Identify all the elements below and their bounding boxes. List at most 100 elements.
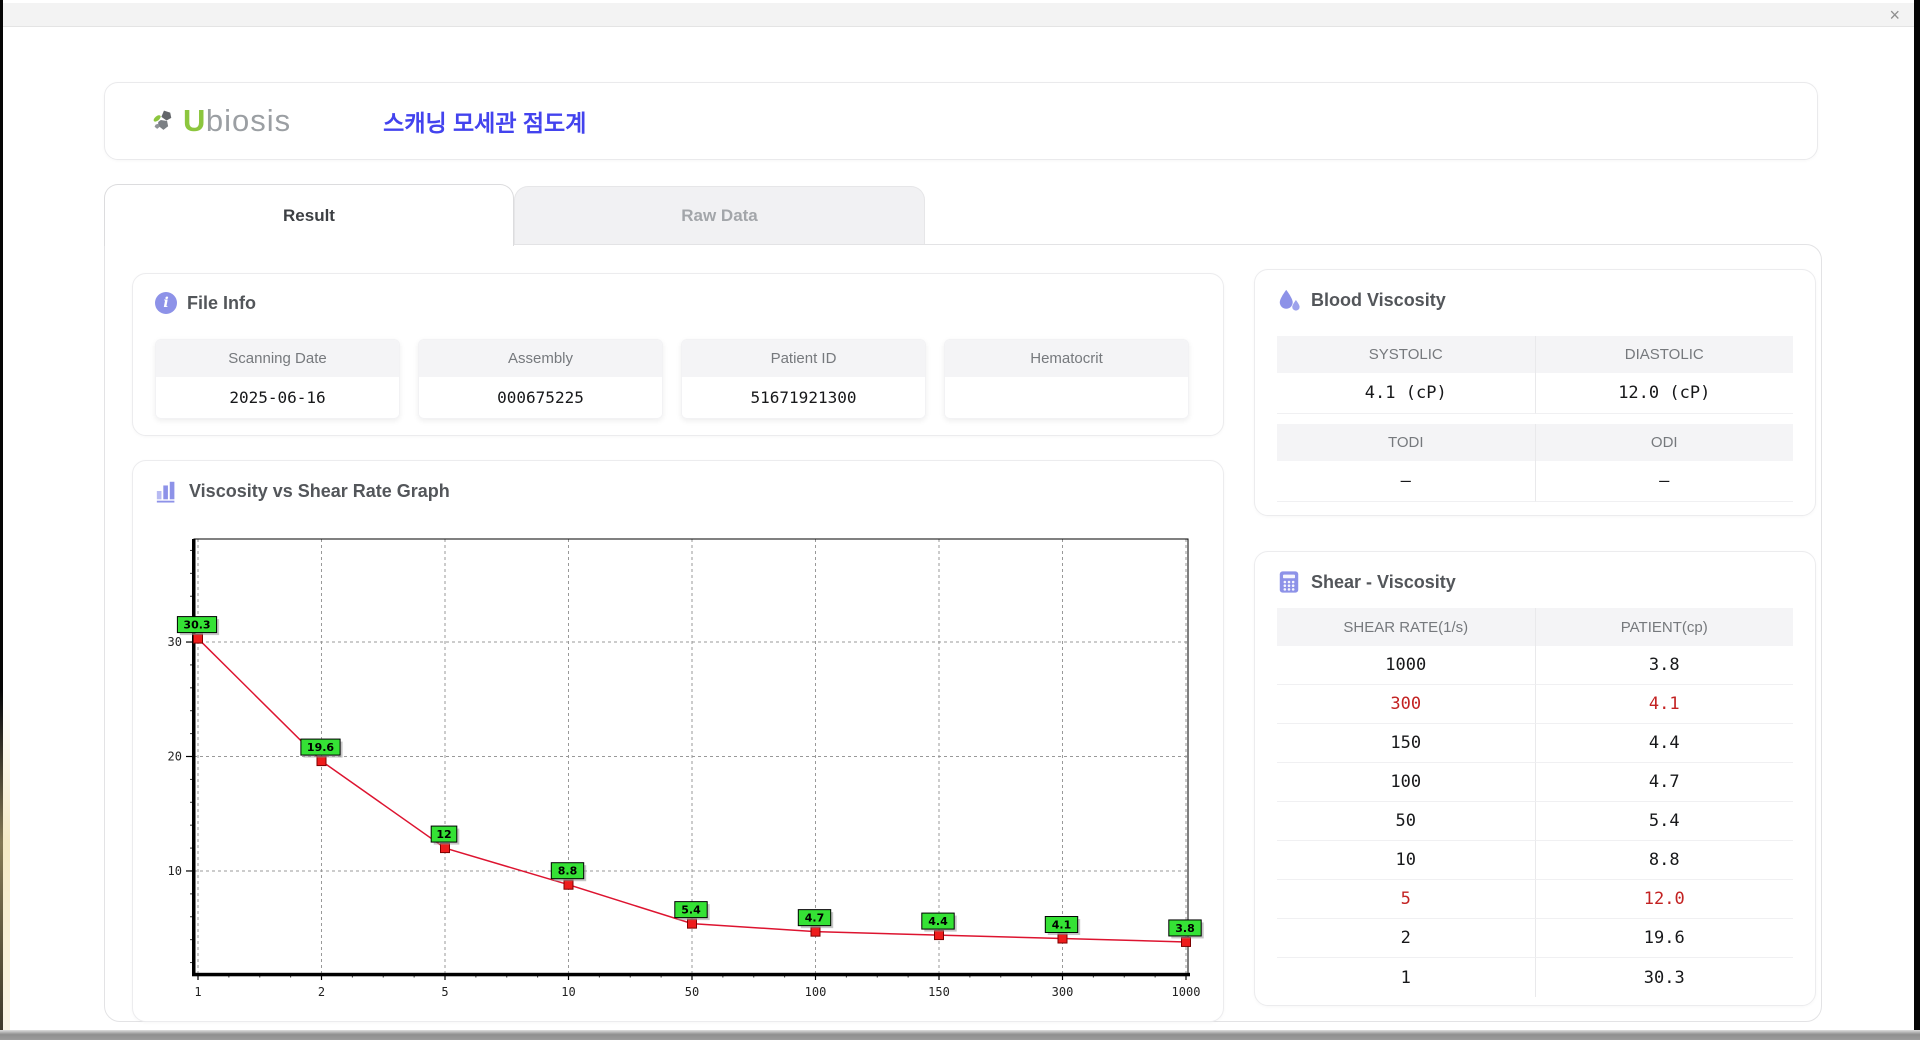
patient-viscosity-value: 30.3 bbox=[1534, 958, 1794, 997]
shear-table-row: 1 30.3 bbox=[1277, 958, 1793, 997]
tab-result-label: Result bbox=[283, 205, 335, 225]
ubiosis-logo: Ubiosis bbox=[153, 103, 291, 139]
shear-rate-value: 5 bbox=[1277, 880, 1535, 919]
screen-right-edge bbox=[1914, 0, 1920, 1030]
shear-rate-value: 100 bbox=[1277, 763, 1535, 802]
shear-table-body: 1000 3.8 300 4.1 150 4.4 100 4.7 50 5.4 10 8.8 5 12.0… bbox=[1277, 646, 1793, 997]
bar-chart-icon bbox=[156, 481, 175, 503]
file-info-card: i File Info Scanning Date 2025-06-16 Ass… bbox=[132, 273, 1224, 436]
graph-header: Viscosity vs Shear Rate Graph bbox=[155, 479, 450, 503]
shear-table-row: 50 5.4 bbox=[1277, 802, 1793, 841]
field-patient-id: Patient ID 51671921300 bbox=[681, 339, 926, 419]
patient-viscosity-value: 4.4 bbox=[1534, 724, 1793, 763]
field-scanning-date: Scanning Date 2025-06-16 bbox=[155, 339, 400, 419]
blood-viscosity-header: Blood Viscosity bbox=[1277, 288, 1446, 312]
patient-column-header: PATIENT(cp) bbox=[1534, 608, 1793, 646]
brand-name: Ubiosis bbox=[183, 103, 291, 139]
diastolic-header: DIASTOLIC bbox=[1534, 336, 1793, 373]
field-value bbox=[945, 377, 1188, 418]
blood-drops-icon bbox=[1279, 289, 1300, 311]
shear-rate-value: 1 bbox=[1400, 967, 1411, 988]
shear-rate-value: 10 bbox=[1277, 841, 1535, 880]
field-label: Scanning Date bbox=[156, 340, 399, 377]
svg-text:5.4: 5.4 bbox=[681, 904, 701, 917]
app-window: Ubiosis 스캐닝 모세관 점도계 Result Raw Data i Fi… bbox=[3, 28, 1914, 1030]
graph-title: Viscosity vs Shear Rate Graph bbox=[189, 480, 450, 501]
file-info-title: File Info bbox=[187, 292, 256, 313]
shear-table-row: 1000 3.8 bbox=[1277, 646, 1793, 685]
shear-viscosity-table: SHEAR RATE(1/s) PATIENT(cp) 1000 3.8 300 4.… bbox=[1277, 608, 1793, 997]
ubiosis-logo-icon bbox=[153, 110, 172, 130]
svg-text:1000: 1000 bbox=[1172, 985, 1201, 999]
svg-text:12: 12 bbox=[436, 828, 451, 841]
svg-text:150: 150 bbox=[928, 985, 950, 999]
blood-viscosity-title: Blood Viscosity bbox=[1311, 289, 1446, 310]
app-title: 스캐닝 모세관 점도계 bbox=[383, 110, 587, 136]
info-icon: i bbox=[155, 292, 177, 314]
blood-viscosity-card: Blood Viscosity SYSTOLIC DIASTOLIC 4.1 (… bbox=[1254, 269, 1816, 516]
todi-header: TODI bbox=[1277, 424, 1535, 461]
svg-text:50: 50 bbox=[685, 985, 699, 999]
shear-rate-value: 150 bbox=[1277, 724, 1535, 763]
result-panel: i File Info Scanning Date 2025-06-16 Ass… bbox=[104, 244, 1822, 1022]
svg-text:8.8: 8.8 bbox=[558, 865, 578, 878]
odi-value: – bbox=[1534, 461, 1793, 502]
calculator-icon bbox=[1279, 571, 1299, 593]
field-value: 000675225 bbox=[419, 377, 662, 418]
odi-header: ODI bbox=[1534, 424, 1793, 461]
shear-rate-value: 1000 bbox=[1277, 646, 1535, 685]
header-card: Ubiosis 스캐닝 모세관 점도계 bbox=[104, 82, 1818, 160]
svg-text:4.7: 4.7 bbox=[805, 912, 825, 925]
blood-viscosity-table: SYSTOLIC DIASTOLIC 4.1 (cP) 12.0 (cP) TO… bbox=[1277, 336, 1793, 502]
patient-viscosity-value: 8.8 bbox=[1534, 841, 1793, 880]
table-header-row: SYSTOLIC DIASTOLIC bbox=[1277, 336, 1793, 373]
table-value-row: 4.1 (cP) 12.0 (cP) bbox=[1277, 373, 1793, 414]
tab-raw-data-label: Raw Data bbox=[681, 205, 758, 225]
patient-viscosity-value: 19.6 bbox=[1534, 919, 1793, 958]
svg-text:30.3: 30.3 bbox=[183, 619, 210, 632]
patient-viscosity-value: 4.7 bbox=[1534, 763, 1793, 802]
todi-value: – bbox=[1277, 461, 1535, 502]
window-bottom-edge bbox=[0, 1030, 1920, 1040]
shear-table-row: 150 4.4 bbox=[1277, 724, 1793, 763]
shear-table-row: 10 8.8 bbox=[1277, 841, 1793, 880]
field-label: Patient ID bbox=[682, 340, 925, 377]
patient-viscosity-value: 4.1 bbox=[1534, 685, 1793, 724]
patient-viscosity-value: 5.4 bbox=[1534, 802, 1793, 841]
tab-result[interactable]: Result bbox=[104, 184, 514, 246]
shear-viscosity-title: Shear - Viscosity bbox=[1311, 571, 1456, 592]
close-icon[interactable]: × bbox=[1889, 4, 1900, 26]
shear-table-row: 100 4.7 bbox=[1277, 763, 1793, 802]
field-label: Hematocrit bbox=[945, 340, 1188, 377]
viscosity-graph-card: Viscosity vs Shear Rate Graph 10 20 30 1 2 5 1… bbox=[132, 460, 1224, 1022]
svg-text:19.6: 19.6 bbox=[307, 741, 334, 754]
brand-rest: biosis bbox=[205, 103, 292, 138]
svg-text:10: 10 bbox=[561, 985, 575, 999]
tab-raw-data[interactable]: Raw Data bbox=[514, 186, 925, 244]
svg-text:20: 20 bbox=[168, 750, 182, 764]
svg-text:2: 2 bbox=[318, 985, 325, 999]
shear-viscosity-card: Shear - Viscosity SHEAR RATE(1/s) PATIEN… bbox=[1254, 551, 1816, 1006]
field-assembly: Assembly 000675225 bbox=[418, 339, 663, 419]
shear-rate-column-header: SHEAR RATE(1/s) bbox=[1277, 608, 1535, 646]
shear-rate-value: 300 bbox=[1277, 685, 1535, 724]
brand-u: U bbox=[183, 103, 206, 138]
viscosity-shear-chart: 1020301 2 5 10 50 100 150 300 100030.319.6128.85… bbox=[168, 538, 1204, 999]
svg-text:10: 10 bbox=[168, 864, 182, 878]
field-hematocrit: Hematocrit bbox=[944, 339, 1189, 419]
patient-viscosity-value: 12.0 bbox=[1534, 880, 1793, 919]
file-info-header: i File Info bbox=[155, 292, 256, 314]
table-header-row: TODI ODI bbox=[1277, 424, 1793, 461]
svg-text:4.4: 4.4 bbox=[928, 915, 948, 928]
file-info-fields: Scanning Date 2025-06-16 Assembly 000675… bbox=[155, 339, 1189, 419]
table-value-row: – – bbox=[1277, 461, 1793, 502]
svg-text:5: 5 bbox=[441, 985, 448, 999]
svg-text:100: 100 bbox=[805, 985, 827, 999]
table-gap bbox=[1277, 414, 1793, 424]
field-value: 51671921300 bbox=[682, 377, 925, 418]
shear-table-row: 2 19.6 bbox=[1277, 919, 1793, 958]
svg-text:3.8: 3.8 bbox=[1175, 922, 1195, 935]
svg-text:1: 1 bbox=[194, 985, 201, 999]
shear-table-row: 300 4.1 bbox=[1277, 685, 1793, 724]
svg-text:30: 30 bbox=[168, 635, 182, 649]
